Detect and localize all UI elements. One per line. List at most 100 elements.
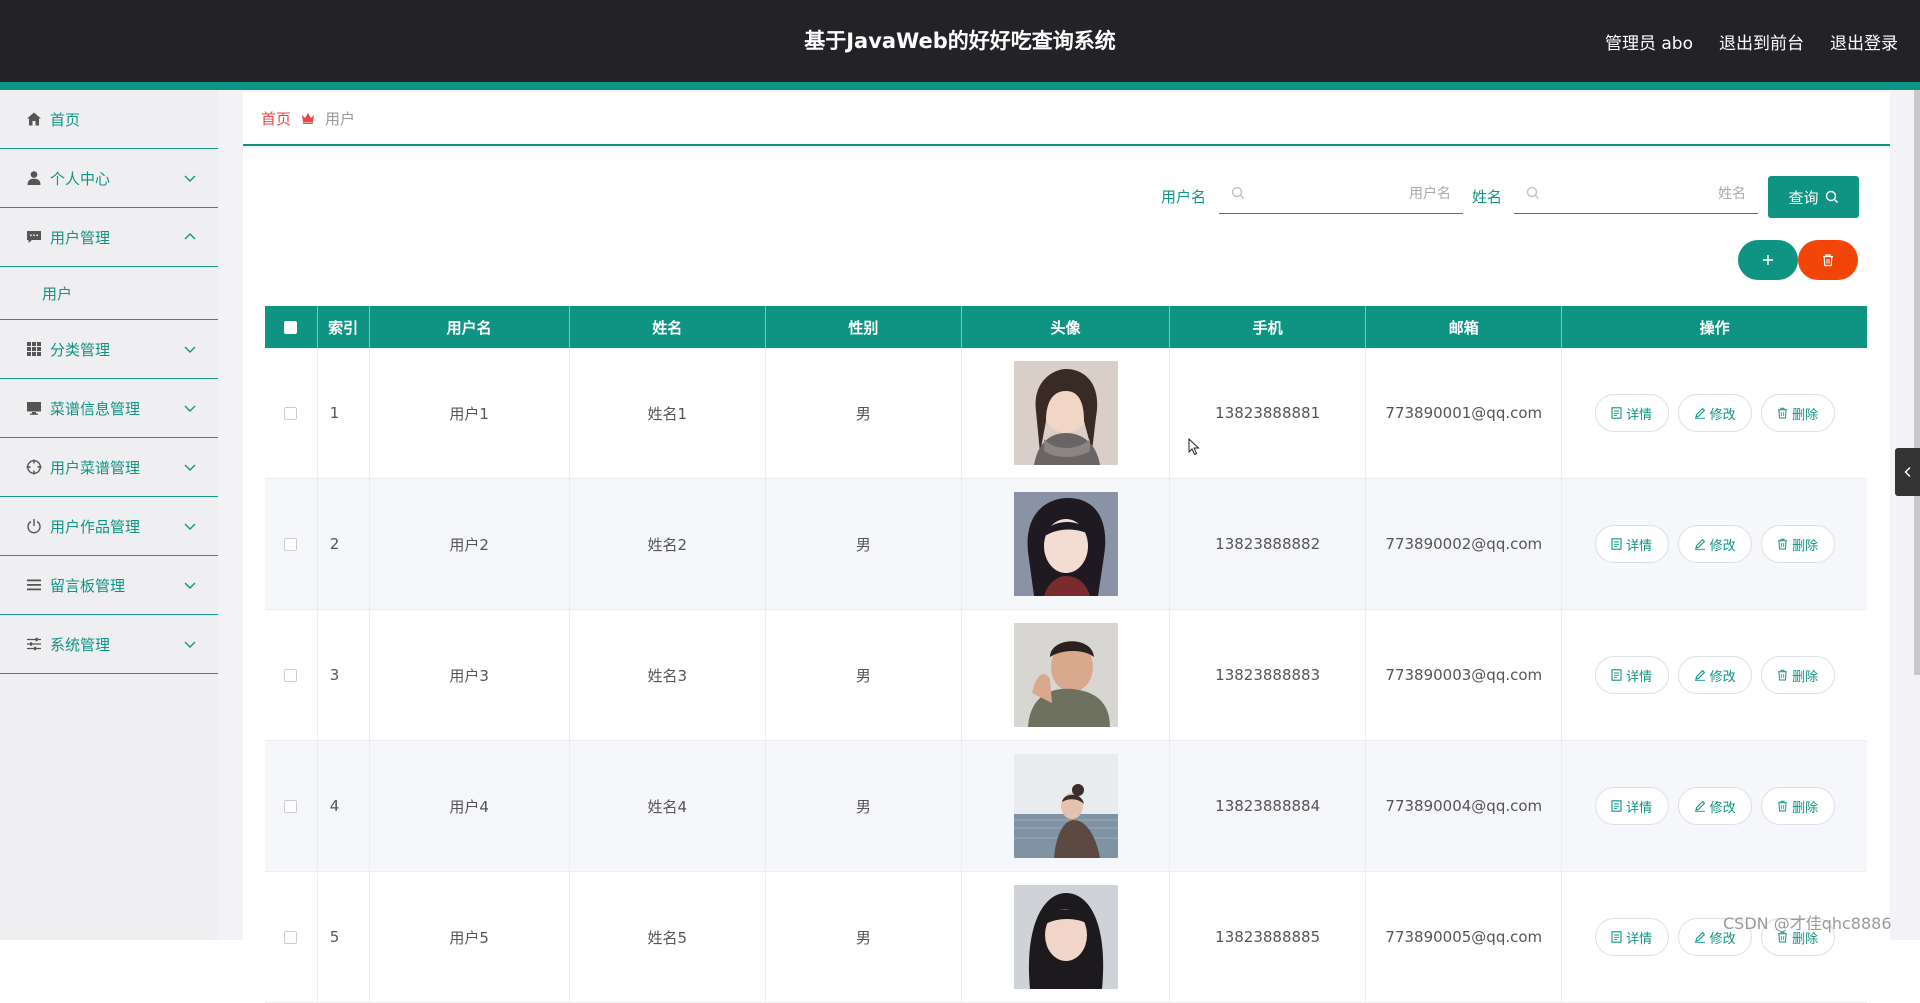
detail-label: 详情 — [1626, 538, 1653, 554]
avatar[interactable] — [1013, 885, 1118, 989]
header-username: 用户名 — [370, 306, 570, 348]
row-checkbox[interactable] — [284, 799, 298, 813]
username-cell: 用户2 — [370, 479, 570, 609]
query-button[interactable]: 查询 — [1768, 176, 1859, 218]
detail-button[interactable]: 详情 — [1594, 656, 1669, 694]
ops-cell: 详情 修改 删除 — [1562, 348, 1867, 478]
top-links: 管理员 abo 退出到前台 退出登录 — [1605, 0, 1898, 82]
name-placeholder: 姓名 — [1718, 186, 1746, 202]
email-cell: 773890002@qq.com — [1366, 479, 1563, 609]
delete-button[interactable]: 删除 — [1760, 525, 1835, 563]
email-cell: 773890004@qq.com — [1366, 741, 1563, 871]
avatar[interactable] — [1013, 623, 1118, 727]
sidebar-item-label: 个人中心 — [50, 169, 111, 188]
power-icon — [25, 517, 43, 535]
delete-button[interactable]: 删除 — [1760, 787, 1835, 825]
row-checkbox[interactable] — [284, 537, 298, 551]
add-button[interactable] — [1738, 240, 1798, 280]
delete-button[interactable]: 删除 — [1760, 656, 1835, 694]
edit-label: 修改 — [1709, 407, 1736, 423]
pencil-icon — [1694, 931, 1705, 943]
sliders-icon — [25, 635, 43, 653]
detail-button[interactable]: 详情 — [1594, 918, 1669, 956]
row-checkbox[interactable] — [284, 406, 298, 420]
list-icon — [25, 576, 43, 594]
breadcrumb-home[interactable]: 首页 — [261, 108, 291, 129]
name-cell: 姓名5 — [570, 872, 766, 1002]
collapse-panel-tab[interactable] — [1895, 448, 1920, 496]
page-scrollbar[interactable] — [1914, 90, 1920, 675]
header-email: 邮箱 — [1366, 306, 1563, 348]
edit-button[interactable]: 修改 — [1677, 656, 1752, 694]
detail-button[interactable]: 详情 — [1594, 787, 1669, 825]
name-cell: 姓名4 — [570, 741, 766, 871]
chevron-left-icon — [1904, 467, 1910, 477]
avatar-cell — [962, 479, 1171, 609]
sidebar-item-system-management[interactable]: 系统管理 — [0, 615, 218, 674]
logout-link[interactable]: 退出登录 — [1830, 29, 1898, 54]
username-search-input[interactable]: 用户名 — [1219, 173, 1463, 214]
batch-delete-button[interactable] — [1798, 240, 1858, 280]
sidebar-item-label: 首页 — [50, 110, 81, 129]
sidebar-item-recipe-info-management[interactable]: 菜谱信息管理 — [0, 379, 218, 438]
document-icon — [1611, 538, 1622, 550]
detail-label: 详情 — [1626, 800, 1653, 816]
trash-icon — [1778, 669, 1788, 681]
chevron-down-icon — [184, 641, 196, 648]
select-cell — [265, 741, 318, 871]
select-cell — [265, 348, 318, 478]
delete-label: 删除 — [1792, 407, 1819, 423]
delete-button[interactable]: 删除 — [1760, 394, 1835, 432]
avatar[interactable] — [1013, 361, 1118, 465]
edit-button[interactable]: 修改 — [1677, 394, 1752, 432]
avatar[interactable] — [1013, 754, 1118, 858]
edit-button[interactable]: 修改 — [1677, 787, 1752, 825]
edit-label: 修改 — [1709, 800, 1736, 816]
name-search-input[interactable]: 姓名 — [1514, 173, 1758, 214]
grid-icon — [25, 340, 43, 358]
username-cell: 用户5 — [370, 872, 570, 1002]
sex-cell: 男 — [766, 872, 962, 1002]
search-icon — [1526, 186, 1539, 199]
search-icon — [1231, 186, 1244, 199]
username-cell: 用户4 — [370, 741, 570, 871]
top-bar-accent-line — [0, 82, 1920, 90]
sidebar-item-label: 用户管理 — [50, 228, 111, 247]
row-checkbox[interactable] — [284, 668, 298, 682]
breadcrumb-current: 用户 — [325, 109, 356, 128]
avatar[interactable] — [1013, 492, 1118, 596]
name-search-label: 姓名 — [1472, 188, 1503, 206]
delete-label: 删除 — [1792, 538, 1819, 554]
sidebar-item-home[interactable]: 首页 — [0, 90, 218, 149]
avatar-cell — [962, 610, 1171, 740]
phone-cell: 13823888883 — [1170, 610, 1367, 740]
header-phone: 手机 — [1170, 306, 1367, 348]
sidebar-item-message-board-management[interactable]: 留言板管理 — [0, 556, 218, 615]
sidebar-item-personal-center[interactable]: 个人中心 — [0, 149, 218, 208]
select-cell — [265, 479, 318, 609]
edit-label: 修改 — [1709, 669, 1736, 685]
row-checkbox[interactable] — [284, 930, 298, 944]
detail-button[interactable]: 详情 — [1594, 394, 1669, 432]
delete-label: 删除 — [1792, 669, 1819, 685]
email-cell: 773890001@qq.com — [1366, 348, 1563, 478]
admin-user-label[interactable]: 管理员 abo — [1605, 29, 1693, 54]
ops-cell: 详情 修改 删除 — [1562, 610, 1867, 740]
mouse-cursor-icon — [1188, 437, 1200, 460]
phone-cell: 13823888885 — [1170, 872, 1367, 1002]
select-all-checkbox[interactable] — [284, 320, 298, 334]
detail-button[interactable]: 详情 — [1594, 525, 1669, 563]
sidebar-item-category-management[interactable]: 分类管理 — [0, 320, 218, 379]
chevron-down-icon — [184, 464, 196, 471]
sidebar-item-user-recipe-management[interactable]: 用户菜谱管理 — [0, 438, 218, 497]
sidebar-item-user-management[interactable]: 用户管理 — [0, 208, 218, 267]
ops-cell: 详情 修改 删除 — [1562, 479, 1867, 609]
sidebar-subitem-users[interactable]: 用户 — [0, 267, 218, 320]
edit-button[interactable]: 修改 — [1677, 525, 1752, 563]
target-icon — [25, 458, 43, 476]
exit-to-front-link[interactable]: 退出到前台 — [1719, 29, 1804, 54]
email-cell: 773890005@qq.com — [1366, 872, 1563, 1002]
sidebar-item-user-works-management[interactable]: 用户作品管理 — [0, 497, 218, 556]
username-search-label: 用户名 — [1161, 188, 1207, 206]
chevron-down-icon — [184, 405, 196, 412]
